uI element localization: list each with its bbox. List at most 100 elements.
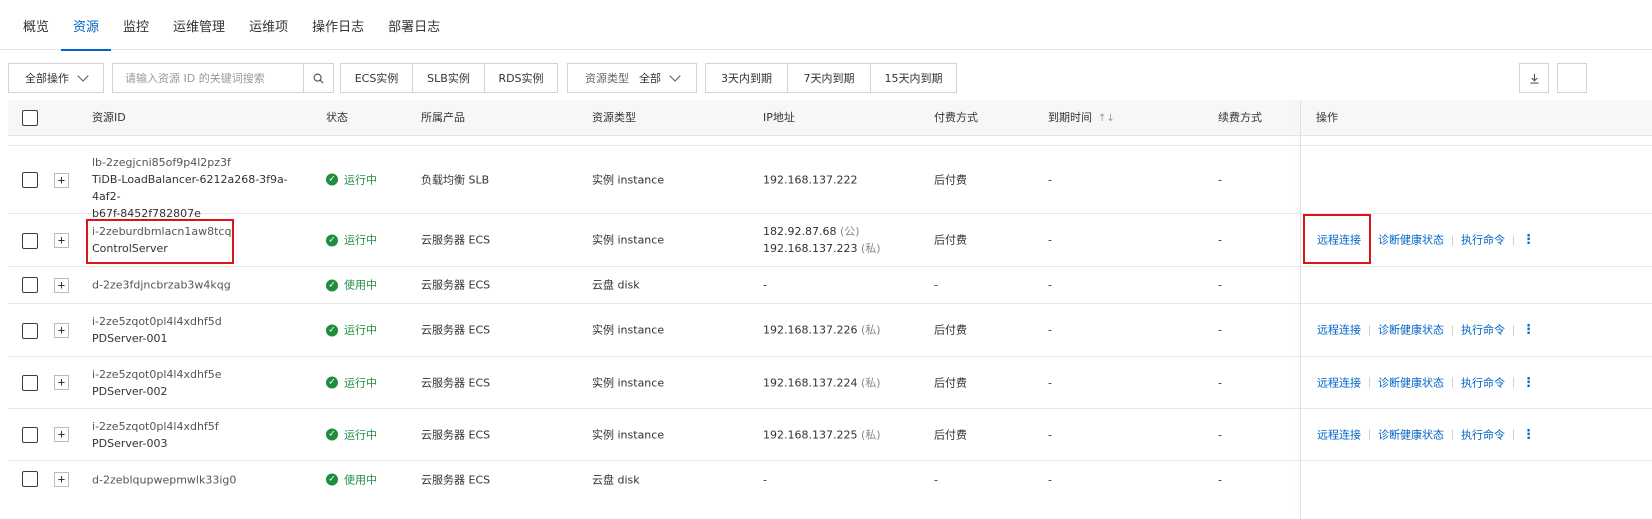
billing-cell: 后付费	[934, 323, 967, 337]
more-actions-icon[interactable]: ⋮	[1522, 426, 1535, 443]
status-badge: ✓ 运行中	[326, 322, 377, 339]
ip-tag: (私)	[860, 428, 881, 441]
settings-button[interactable]	[1557, 63, 1587, 93]
row-checkbox[interactable]	[22, 233, 38, 249]
expiry-filter-group: 3天内到期 7天内到期 15天内到期	[705, 63, 957, 93]
tab-ops-items[interactable]: 运维项	[237, 0, 300, 50]
check-circle-icon: ✓	[326, 428, 338, 441]
diagnose-health-link[interactable]: 诊断健康状态	[1378, 426, 1444, 443]
product-cell: 云服务器 ECS	[421, 278, 491, 292]
resource-id[interactable]: d-2zeblqupwepmwlk33ig0	[92, 471, 236, 488]
exec-command-link[interactable]: 执行命令	[1461, 232, 1505, 249]
chevron-down-icon	[77, 70, 89, 82]
resource-name: PDServer-003	[92, 436, 168, 450]
all-actions-dropdown[interactable]: 全部操作	[8, 63, 104, 93]
expire-cell: -	[1048, 473, 1052, 486]
filter-slb-instance[interactable]: SLB实例	[412, 63, 485, 93]
row-checkbox[interactable]	[22, 172, 38, 188]
status-text: 运行中	[344, 428, 377, 441]
expand-row-button[interactable]: +	[54, 173, 69, 188]
diagnose-health-link[interactable]: 诊断健康状态	[1378, 374, 1444, 391]
exec-command-link[interactable]: 执行命令	[1461, 426, 1505, 443]
table-row: + d-2zeblqupwepmwlk33ig0 ✓ 使用中 云服务器 ECS 云…	[8, 461, 1652, 498]
resource-id[interactable]: i-2zeburdbmlacn1aw8tcq	[92, 223, 312, 240]
product-cell: 云服务器 ECS	[421, 233, 491, 247]
search-button[interactable]	[303, 64, 333, 92]
expand-row-button[interactable]: +	[54, 233, 69, 248]
select-all-checkbox[interactable]	[22, 110, 38, 126]
col-billing: 付费方式	[934, 111, 978, 124]
private-ip: 192.168.137.223	[763, 242, 858, 255]
private-ip: 192.168.137.224	[763, 376, 858, 389]
download-button[interactable]	[1519, 63, 1549, 93]
remote-connect-link[interactable]: 远程连接	[1317, 232, 1361, 249]
filter-expire-3days[interactable]: 3天内到期	[705, 63, 788, 93]
remote-connect-link[interactable]: 远程连接	[1317, 426, 1361, 443]
more-actions-icon[interactable]: ⋮	[1522, 322, 1535, 339]
expire-cell: -	[1048, 323, 1052, 337]
tab-operation-log[interactable]: 操作日志	[300, 0, 376, 50]
filter-ecs-instance[interactable]: ECS实例	[340, 63, 413, 93]
resource-id[interactable]: lb-2zegjcni85of9p4l2pz3f	[92, 154, 312, 171]
product-cell: 负载均衡 SLB	[421, 173, 490, 186]
tab-overview[interactable]: 概览	[0, 0, 61, 50]
expand-row-button[interactable]: +	[54, 472, 69, 487]
remote-connect-link[interactable]: 远程连接	[1317, 374, 1361, 391]
table-row: + i-2ze5zqot0pl4l4xdhf5d PDServer-001 ✓ 运…	[8, 304, 1652, 357]
filter-expire-7days[interactable]: 7天内到期	[787, 63, 871, 93]
row-checkbox[interactable]	[22, 427, 38, 443]
expand-row-button[interactable]: +	[54, 323, 69, 338]
expand-row-button[interactable]: +	[54, 375, 69, 390]
more-actions-icon[interactable]: ⋮	[1522, 232, 1535, 249]
col-expire[interactable]: 到期时间 ↑↓	[1048, 100, 1115, 136]
remote-connect-link[interactable]: 远程连接	[1317, 322, 1361, 339]
filter-rds-instance[interactable]: RDS实例	[484, 63, 558, 93]
sort-icon: ↑↓	[1098, 113, 1115, 124]
tab-resources[interactable]: 资源	[61, 0, 112, 51]
status-badge: ✓ 使用中	[326, 277, 377, 294]
status-text: 使用中	[344, 473, 377, 486]
private-ip: 192.168.137.226	[763, 323, 858, 337]
resource-id[interactable]: i-2ze5zqot0pl4l4xdhf5d	[92, 313, 312, 330]
ip-cell: 192.168.137.226 (私)	[763, 322, 881, 339]
more-actions-icon[interactable]: ⋮	[1522, 374, 1535, 391]
row-checkbox[interactable]	[22, 277, 38, 293]
status-text: 运行中	[344, 376, 377, 389]
ip-cell: 192.168.137.225 (私)	[763, 426, 881, 443]
tab-monitoring[interactable]: 监控	[111, 0, 161, 50]
search-input[interactable]	[113, 64, 303, 92]
type-filter-group: ECS实例 SLB实例 RDS实例	[340, 63, 558, 93]
ip-tag: (私)	[860, 376, 881, 389]
check-circle-icon: ✓	[326, 234, 338, 246]
resource-name: PDServer-001	[92, 332, 168, 345]
row-checkbox[interactable]	[22, 375, 38, 391]
resource-id[interactable]: i-2ze5zqot0pl4l4xdhf5f	[92, 418, 312, 435]
product-cell: 云服务器 ECS	[421, 428, 491, 441]
expire-cell: -	[1048, 376, 1052, 389]
expire-cell: -	[1048, 428, 1052, 441]
col-ops: 操作	[1316, 111, 1338, 124]
expand-row-button[interactable]: +	[54, 278, 69, 293]
tab-deploy-log[interactable]: 部署日志	[376, 0, 452, 50]
resource-id[interactable]: d-2ze3fdjncbrzab3w4kqg	[92, 277, 231, 294]
expand-row-button[interactable]: +	[54, 427, 69, 442]
row-checkbox[interactable]	[22, 323, 38, 339]
diagnose-health-link[interactable]: 诊断健康状态	[1378, 232, 1444, 249]
search-icon	[313, 73, 324, 84]
private-ip: 192.168.137.225	[763, 428, 858, 441]
filter-expire-15days[interactable]: 15天内到期	[870, 63, 957, 93]
chevron-down-icon	[669, 70, 681, 82]
table-row: + i-2ze5zqot0pl4l4xdhf5f PDServer-003 ✓ 运…	[8, 409, 1652, 461]
exec-command-link[interactable]: 执行命令	[1461, 374, 1505, 391]
ip-tag: (私)	[860, 242, 881, 255]
exec-command-link[interactable]: 执行命令	[1461, 322, 1505, 339]
tab-ops-management[interactable]: 运维管理	[161, 0, 237, 50]
resource-type-select[interactable]: 资源类型 全部	[567, 63, 697, 93]
row-actions: 远程连接 诊断健康状态 执行命令 ⋮	[1317, 374, 1535, 391]
type-cell: 云盘 disk	[592, 473, 640, 486]
row-checkbox[interactable]	[22, 471, 38, 487]
diagnose-health-link[interactable]: 诊断健康状态	[1378, 322, 1444, 339]
billing-cell: 后付费	[934, 428, 967, 441]
resource-id[interactable]: i-2ze5zqot0pl4l4xdhf5e	[92, 366, 312, 383]
resource-id-cell: i-2ze5zqot0pl4l4xdhf5d PDServer-001	[92, 313, 312, 347]
